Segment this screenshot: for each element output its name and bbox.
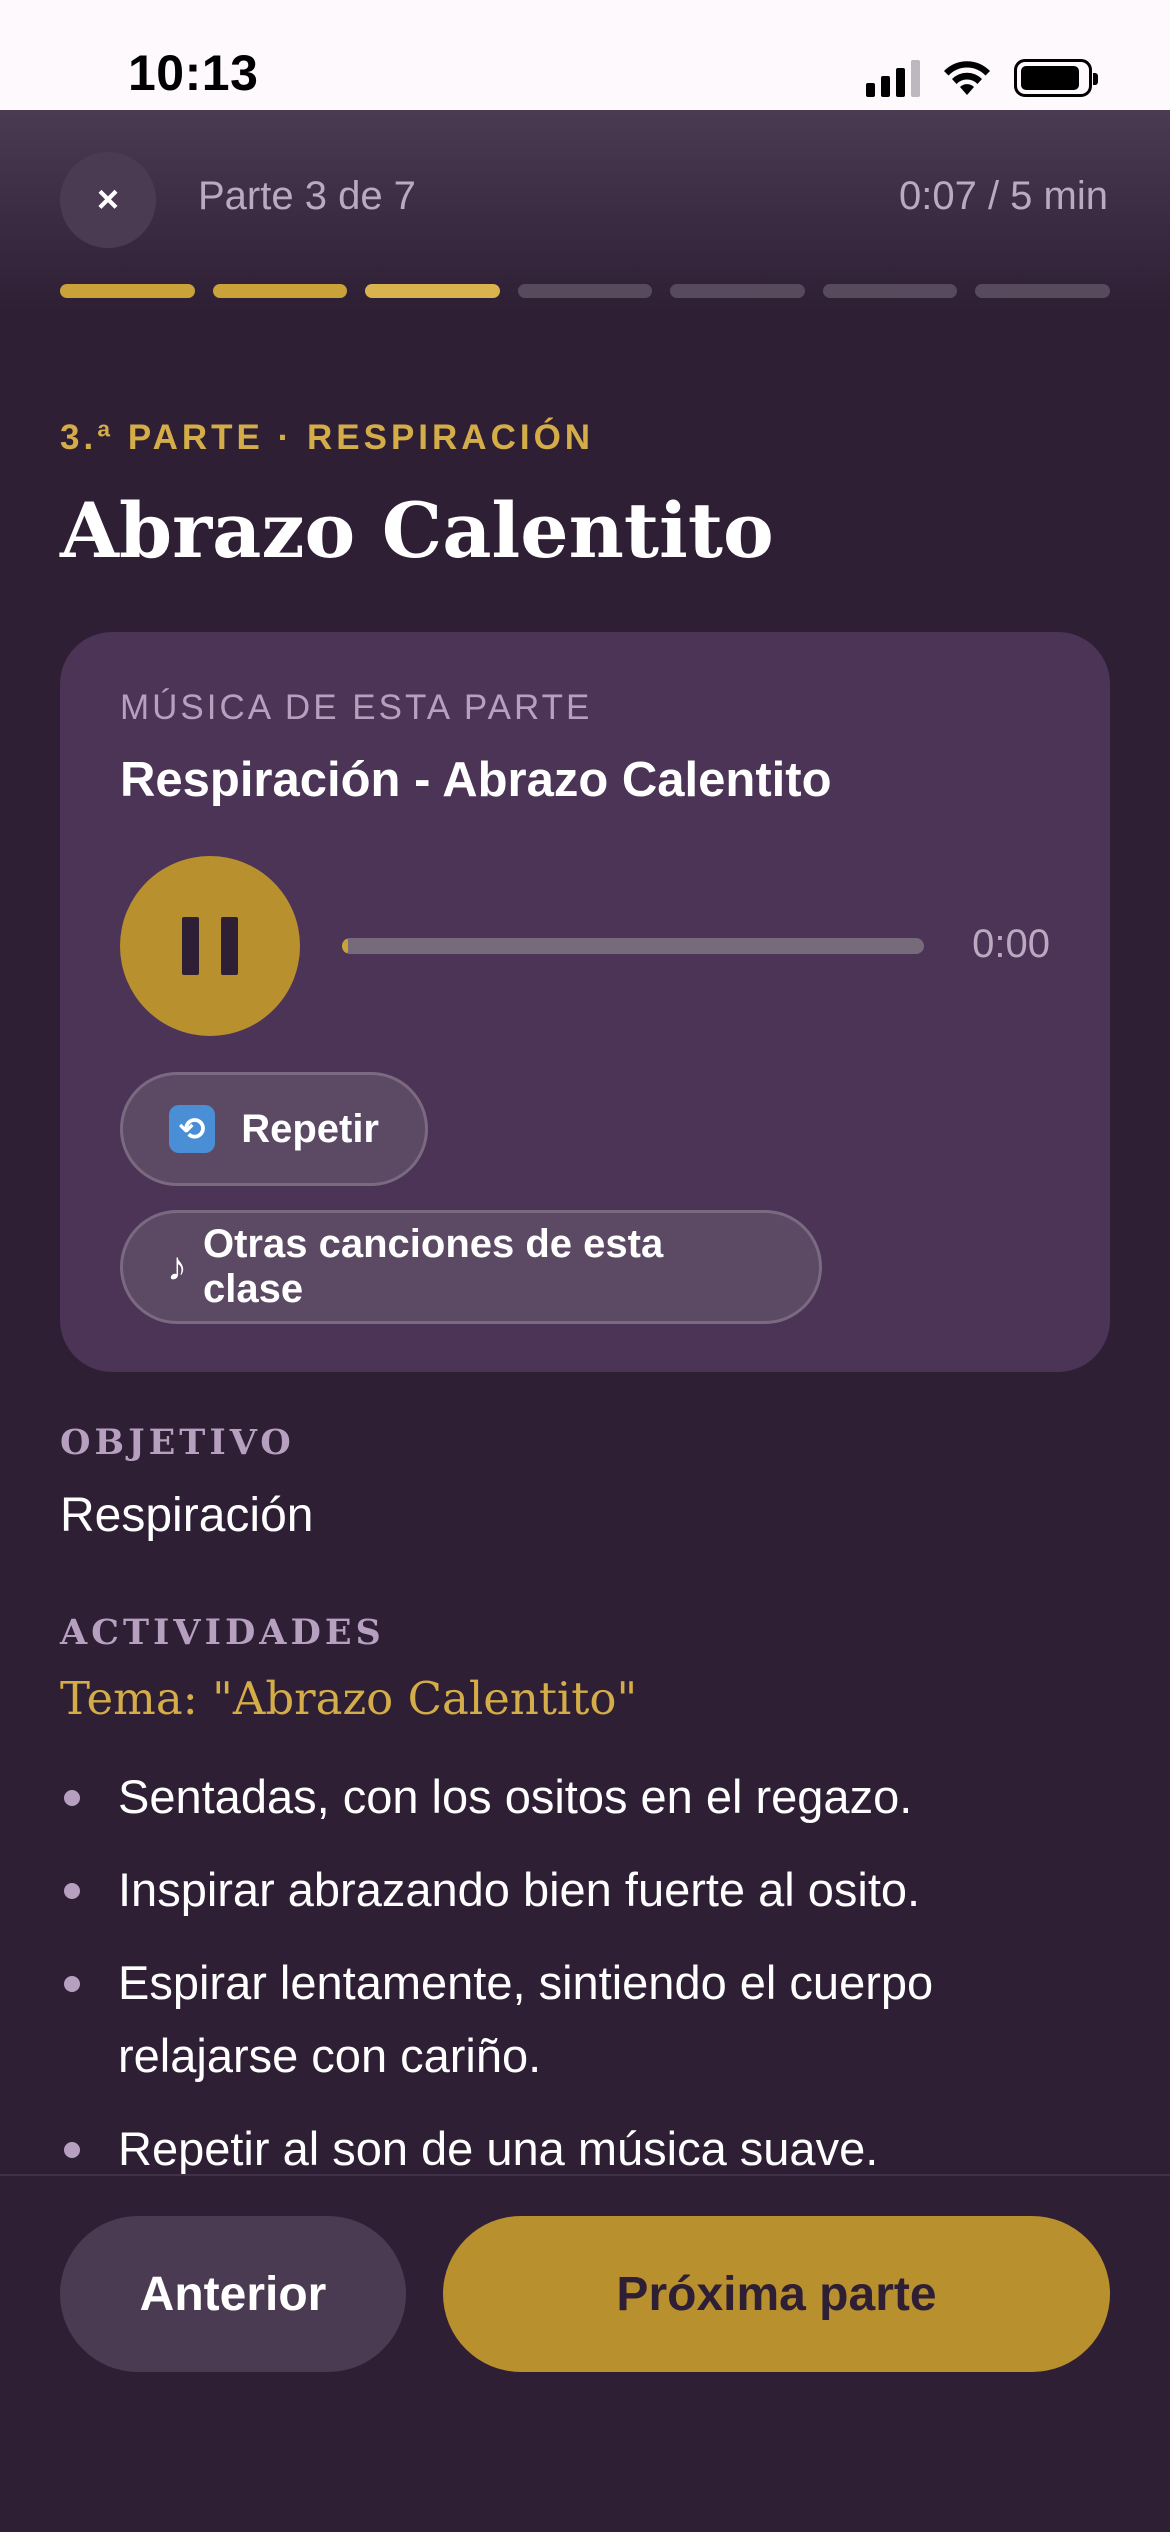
wifi-icon	[944, 61, 990, 95]
track-progress-fill	[342, 938, 348, 954]
repeat-label: Repetir	[241, 1106, 379, 1151]
track-title: Respiración - Abrazo Calentito	[120, 753, 832, 807]
bottom-navigation: Anterior Próxima parte	[0, 2174, 1170, 2532]
next-part-button[interactable]: Próxima parte	[443, 2216, 1110, 2372]
music-card: MÚSICA DE ESTA PARTE Respiración - Abraz…	[60, 632, 1110, 1372]
status-icons	[866, 56, 1098, 100]
part-progress-bar	[60, 284, 1111, 298]
progress-segment	[212, 284, 348, 298]
other-songs-button[interactable]: ♪ Otras canciones de esta clase	[120, 1210, 822, 1324]
previous-button[interactable]: Anterior	[60, 2216, 406, 2372]
actividades-label: ACTIVIDADES	[60, 1612, 385, 1653]
bullet-icon	[64, 1790, 80, 1806]
list-item: Espirar lentamente, sintiendo el cuerpo …	[60, 1946, 1110, 2092]
activities-list: Sentadas, con los ositos en el regazo. I…	[60, 1760, 1110, 2205]
progress-segment	[670, 284, 805, 298]
part-counter: Parte 3 de 7	[198, 174, 416, 218]
progress-segment	[365, 284, 500, 298]
signal-icon	[866, 59, 920, 97]
progress-segment	[822, 284, 958, 298]
bullet-icon	[64, 2142, 80, 2158]
pause-icon-bar-right	[221, 917, 238, 975]
track-time: 0:00	[972, 922, 1050, 966]
status-time: 10:13	[128, 45, 259, 101]
close-button[interactable]: ×	[60, 152, 156, 248]
repeat-icon: ⟲	[169, 1105, 216, 1153]
music-note-icon: ♪	[167, 1244, 187, 1289]
progress-segment	[975, 284, 1111, 298]
objetivo-value: Respiración	[60, 1489, 314, 1542]
progress-segment	[60, 284, 195, 298]
objetivo-label: OBJETIVO	[60, 1422, 295, 1463]
activity-text: Repetir al son de una música suave.	[118, 2122, 879, 2175]
progress-segment	[517, 284, 653, 298]
session-time: 0:07 / 5 min	[898, 174, 1108, 218]
repeat-button[interactable]: ⟲ Repetir	[120, 1072, 428, 1186]
pause-icon-bar-left	[182, 917, 199, 975]
close-icon: ×	[96, 178, 120, 221]
bullet-icon	[64, 1976, 80, 1992]
other-songs-label: Otras canciones de esta clase	[203, 1222, 664, 1311]
list-item: Inspirar abrazando bien fuerte al osito.	[60, 1853, 1110, 1926]
activity-text: Sentadas, con los ositos en el regazo.	[118, 1770, 913, 1823]
battery-icon	[1014, 59, 1098, 97]
tema-heading: Tema: "Abrazo Calentito"	[60, 1672, 638, 1725]
page-title: Abrazo Calentito	[60, 486, 774, 575]
status-bar: 10:13	[0, 0, 1170, 110]
activity-text: Inspirar abrazando bien fuerte al osito.	[118, 1863, 921, 1916]
bullet-icon	[64, 1883, 80, 1899]
music-kicker: MÚSICA DE ESTA PARTE	[120, 688, 593, 727]
activity-text: Espirar lentamente, sintiendo el cuerpo …	[118, 1956, 934, 2082]
list-item: Sentadas, con los ositos en el regazo.	[60, 1760, 1110, 1833]
pause-button[interactable]	[120, 856, 300, 1036]
track-progress-slider[interactable]	[342, 938, 924, 954]
section-kicker: 3.ª PARTE · RESPIRACIÓN	[60, 418, 595, 457]
